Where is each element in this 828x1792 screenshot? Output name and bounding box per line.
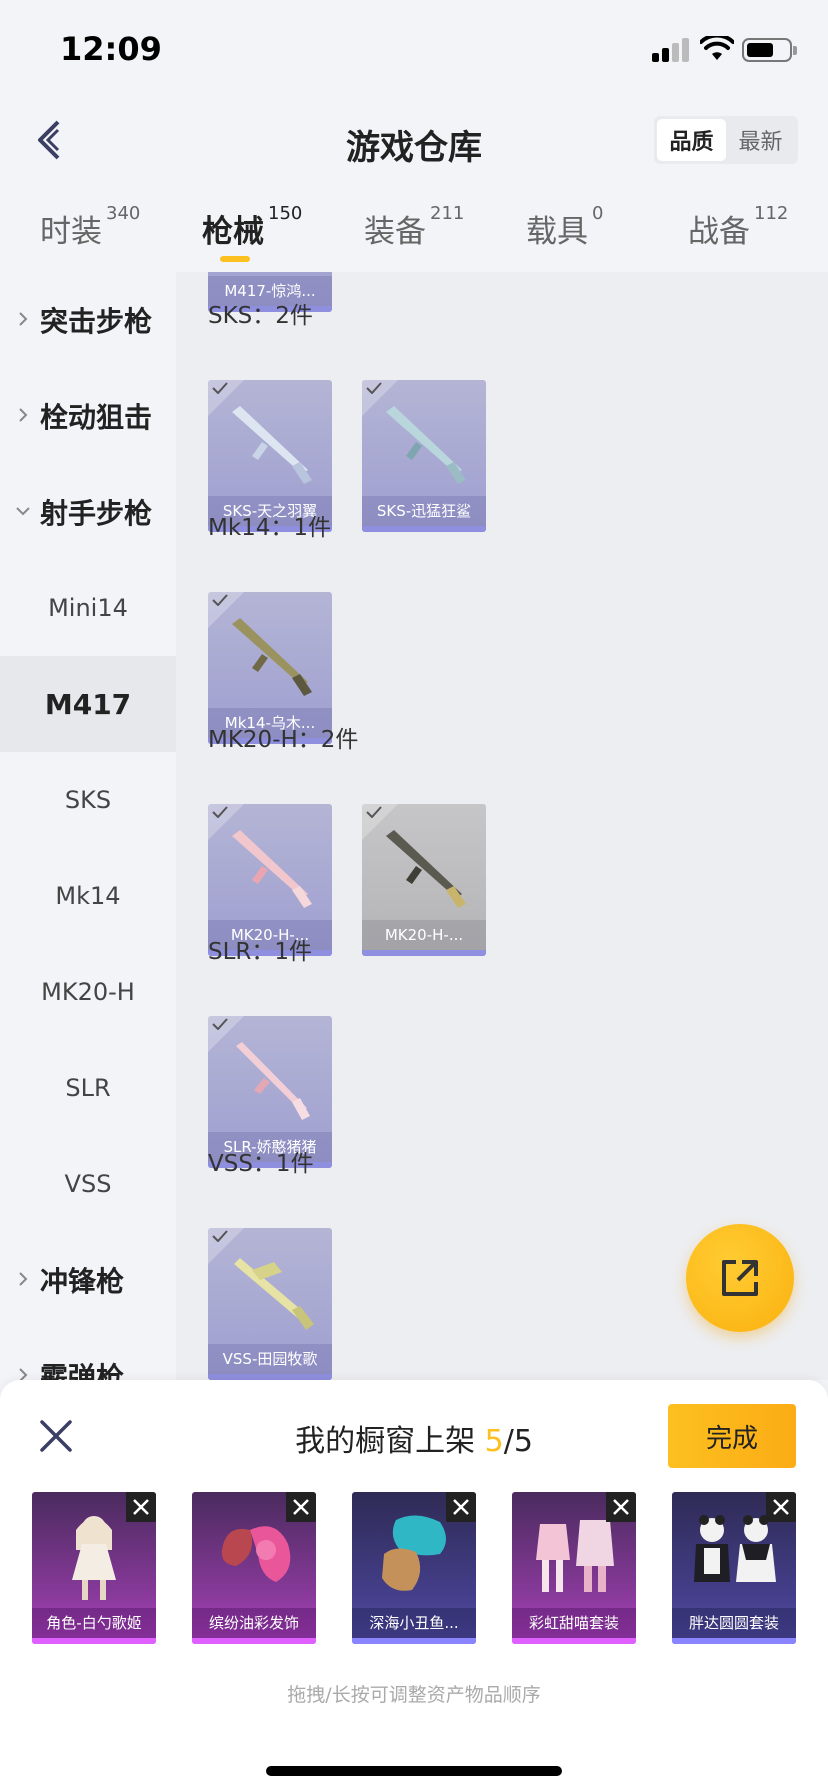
sidebar-item-sks[interactable]: SKS [0, 752, 176, 848]
rifle-icon [232, 406, 312, 484]
sidebar-item-mk20h[interactable]: MK20-H [0, 944, 176, 1040]
showcase-item[interactable]: 缤纷油彩发饰 [192, 1492, 316, 1644]
chevron-right-icon [19, 1368, 28, 1380]
outfit-icon [694, 1515, 776, 1582]
rifle-icon [386, 406, 466, 484]
section-label-vss: VSS：1件 [208, 1151, 314, 1177]
item-name: SKS-迅猛狂鲨 [362, 496, 486, 526]
sidebar-item-smg[interactable]: 冲锋枪 [0, 1232, 176, 1328]
close-icon [613, 1499, 629, 1515]
sidebar-item-shotgun[interactable]: 霰弹枪 [0, 1328, 176, 1380]
close-icon [453, 1499, 469, 1515]
sidebar-item-mini14[interactable]: Mini14 [0, 560, 176, 656]
rifle-icon [236, 1042, 310, 1120]
section-label-sks: SKS：2件 [208, 303, 313, 329]
sidebar-item-marksman-rifle[interactable]: 射手步枪 [0, 464, 176, 560]
tab-equipment[interactable]: 装备211 [364, 203, 464, 251]
close-icon [293, 1499, 309, 1515]
check-icon [366, 382, 382, 394]
tab-guns[interactable]: 枪械150 [202, 203, 302, 251]
item-name: 缤纷油彩发饰 [192, 1608, 316, 1638]
rifle-icon [232, 618, 312, 696]
item-name: 深海小丑鱼... [352, 1608, 476, 1638]
item-name: 彩虹甜喵套装 [512, 1608, 636, 1638]
check-icon [212, 382, 228, 394]
rifle-icon [232, 830, 312, 908]
chevron-down-icon [16, 507, 30, 516]
section-label-slr: SLR：1件 [208, 939, 313, 965]
check-icon [212, 594, 228, 606]
character-icon [72, 1516, 116, 1600]
showcase-count-total: /5 [503, 1424, 533, 1459]
showcase-sheet: 我的橱窗上架 5/5 完成 角色-白勺歌姬 缤纷油彩发饰 深海小丑鱼... 彩虹… [0, 1380, 828, 1792]
remove-item-button[interactable] [766, 1492, 796, 1522]
outfit-icon [536, 1520, 614, 1592]
chevron-right-icon [19, 1272, 28, 1286]
rifle-icon [386, 830, 466, 908]
remove-item-button[interactable] [126, 1492, 156, 1522]
showcase-item[interactable]: 彩虹甜喵套装 [512, 1492, 636, 1644]
check-icon [212, 1230, 228, 1242]
item-name: VSS-田园牧歌 [208, 1344, 332, 1374]
weapon-grid: M417-惊鸿... SKS：2件 SKS-天之羽翼 SKS-迅猛狂鲨 Mk14… [176, 272, 828, 1380]
battery-icon [742, 38, 797, 62]
item-name: MK20-H-... [362, 920, 486, 950]
item-card[interactable]: VSS-田园牧歌 [208, 1228, 332, 1380]
tab-fashion[interactable]: 时装340 [40, 203, 140, 251]
weapon-category-sidebar: 突击步枪 栓动狙击 射手步枪 Mini14 M417 SKS Mk14 MK20… [0, 272, 176, 1380]
remove-item-button[interactable] [606, 1492, 636, 1522]
showcase-count-current: 5 [484, 1424, 504, 1459]
remove-item-button[interactable] [446, 1492, 476, 1522]
cellular-signal-icon [652, 38, 689, 62]
sidebar-item-vss[interactable]: VSS [0, 1136, 176, 1232]
share-icon [722, 1260, 758, 1296]
sort-newest-button[interactable]: 最新 [726, 119, 795, 161]
sidebar-item-m417[interactable]: M417 [0, 656, 176, 752]
sort-toggle: 品质 最新 [654, 116, 798, 164]
close-icon [133, 1499, 149, 1515]
category-tabs: 时装340 枪械150 装备211 载具0 战备112 [0, 196, 828, 272]
showcase-item[interactable]: 胖达圆圆套装 [672, 1492, 796, 1644]
sidebar-item-mk14[interactable]: Mk14 [0, 848, 176, 944]
home-indicator[interactable] [266, 1766, 562, 1776]
check-icon [366, 806, 382, 818]
rifle-icon [234, 1258, 314, 1330]
item-card[interactable]: SKS-迅猛狂鲨 [362, 380, 486, 532]
done-button[interactable]: 完成 [668, 1404, 796, 1468]
sidebar-item-slr[interactable]: SLR [0, 1040, 176, 1136]
item-card[interactable]: MK20-H-... [362, 804, 486, 956]
wifi-icon [700, 36, 734, 60]
check-icon [212, 1018, 228, 1030]
status-bar: 12:09 [0, 0, 828, 100]
sort-quality-button[interactable]: 品质 [657, 119, 726, 161]
chevron-right-icon [19, 408, 28, 422]
active-tab-indicator [220, 256, 250, 262]
item-name: 胖达圆圆套装 [672, 1608, 796, 1638]
showcase-item[interactable]: 深海小丑鱼... [352, 1492, 476, 1644]
hair-accessory-icon [382, 1515, 446, 1591]
nav-header: 游戏仓库 品质 最新 [0, 100, 828, 180]
tab-vehicles[interactable]: 载具0 [526, 203, 603, 251]
sidebar-item-bolt-sniper[interactable]: 栓动狙击 [0, 368, 176, 464]
reorder-hint: 拖拽/长按可调整资产物品顺序 [287, 1684, 541, 1706]
check-icon [212, 806, 228, 818]
section-label-mk20h: MK20-H：2件 [208, 727, 359, 753]
item-name: 角色-白勺歌姬 [32, 1608, 156, 1638]
clock: 12:09 [60, 30, 162, 68]
remove-item-button[interactable] [286, 1492, 316, 1522]
share-button[interactable] [686, 1224, 794, 1332]
showcase-item[interactable]: 角色-白勺歌姬 [32, 1492, 156, 1644]
hair-accessory-icon [221, 1526, 291, 1582]
section-label-mk14: Mk14：1件 [208, 515, 332, 541]
close-icon [773, 1499, 789, 1515]
tab-supplies[interactable]: 战备112 [688, 203, 788, 251]
sidebar-item-assault-rifle[interactable]: 突击步枪 [0, 272, 176, 368]
chevron-right-icon [19, 312, 28, 326]
